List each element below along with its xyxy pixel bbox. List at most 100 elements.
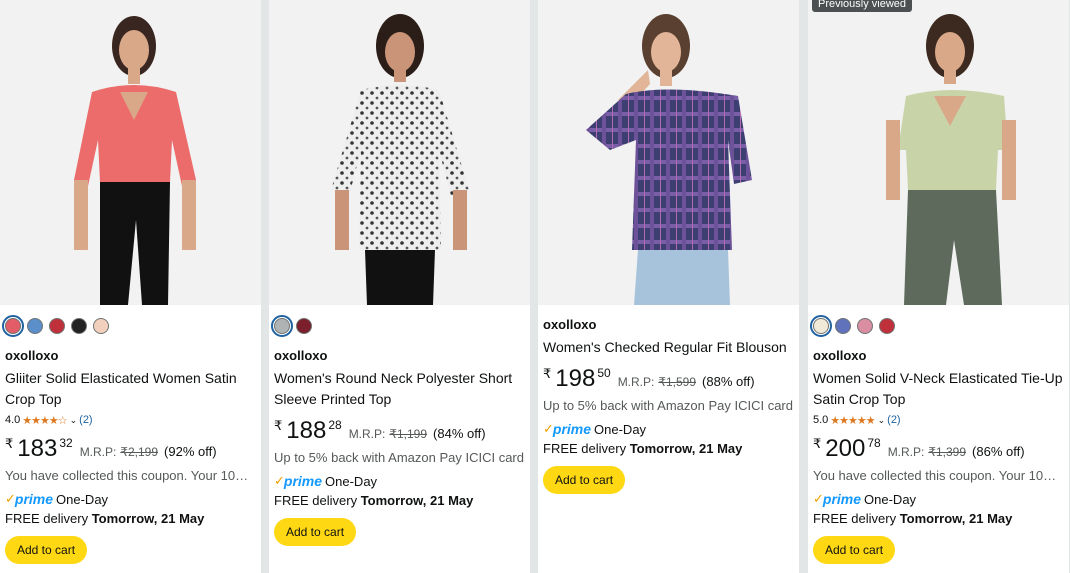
- delivery-prefix: FREE delivery: [274, 493, 361, 508]
- previously-viewed-badge: Previously viewed: [812, 0, 913, 12]
- prime-speed: One-Day: [594, 421, 647, 437]
- product-card: Previously viewed oxolloxo Women Solid V…: [808, 0, 1069, 573]
- add-to-cart-button[interactable]: Add to cart: [543, 466, 626, 494]
- prime-badge: ✓ prime One-Day: [543, 421, 794, 437]
- price-whole: 200: [825, 435, 866, 462]
- add-to-cart-button[interactable]: Add to cart: [274, 518, 357, 546]
- product-image[interactable]: [0, 0, 261, 305]
- color-swatches: [2, 315, 256, 337]
- mrp-price: ₹1,199: [389, 427, 428, 441]
- product-card: oxolloxo Women's Checked Regular Fit Blo…: [538, 0, 799, 573]
- currency-symbol: ₹: [813, 436, 822, 451]
- prime-speed: One-Day: [864, 491, 917, 507]
- prime-badge: ✓ prime One-Day: [5, 491, 256, 507]
- brand-name: oxolloxo: [543, 317, 597, 332]
- product-photo-printed-top: [269, 0, 530, 305]
- mrp-price: ₹1,599: [658, 375, 697, 389]
- color-swatch[interactable]: [27, 318, 43, 334]
- product-title[interactable]: Gliiter Solid Elasticated Women Satin Cr…: [5, 368, 255, 410]
- mrp-label: M.R.P:: [617, 375, 655, 389]
- product-photo-checked-blouson: [538, 0, 799, 305]
- price-row: ₹ 200 78 M.R.P: ₹1,399 (86% off): [813, 435, 1064, 465]
- delivery-prefix: FREE delivery: [543, 441, 630, 456]
- mrp-price: ₹2,199: [120, 445, 159, 459]
- add-to-cart-button[interactable]: Add to cart: [813, 536, 896, 564]
- discount-percent: (88% off): [702, 374, 755, 389]
- price-row: ₹ 183 32 M.R.P: ₹2,199 (92% off): [5, 435, 256, 465]
- delivery-info: FREE delivery Tomorrow, 21 May: [5, 511, 256, 526]
- prime-badge: ✓ prime One-Day: [274, 473, 525, 489]
- mrp-label: M.R.P:: [887, 445, 925, 459]
- color-swatch[interactable]: [857, 318, 873, 334]
- product-image[interactable]: Previously viewed: [808, 0, 1069, 305]
- delivery-info: FREE delivery Tomorrow, 21 May: [274, 493, 525, 508]
- cashback-note: Up to 5% back with Amazon Pay ICICI card: [543, 398, 793, 413]
- delivery-date: Tomorrow, 21 May: [360, 493, 474, 508]
- chevron-down-icon[interactable]: ⌄: [878, 415, 886, 426]
- mrp-price: ₹1,399: [928, 445, 967, 459]
- delivery-info: FREE delivery Tomorrow, 21 May: [813, 511, 1064, 526]
- rating-value: 5.0: [813, 414, 829, 426]
- color-swatch[interactable]: [49, 318, 65, 334]
- product-image[interactable]: [538, 0, 799, 305]
- price-fraction: 32: [59, 436, 73, 450]
- rating-row[interactable]: 5.0 ★★★★★ ⌄ (2): [813, 412, 1064, 428]
- delivery-date: Tomorrow, 21 May: [629, 441, 743, 456]
- product-image[interactable]: [269, 0, 530, 305]
- product-title[interactable]: Women's Checked Regular Fit Blouson: [543, 337, 793, 358]
- product-title[interactable]: Women Solid V-Neck Elasticated Tie-Up Sa…: [813, 368, 1063, 410]
- prime-speed: One-Day: [56, 491, 109, 507]
- coupon-note: You have collected this coupon. Your 10%…: [813, 468, 1064, 483]
- chevron-down-icon[interactable]: ⌄: [70, 415, 78, 426]
- color-swatch[interactable]: [879, 318, 895, 334]
- rating-value: 4.0: [5, 414, 21, 426]
- rating-row[interactable]: 4.0 ★★★★☆ ⌄ (2): [5, 412, 256, 428]
- price-fraction: 50: [597, 366, 611, 380]
- prime-speed: One-Day: [325, 473, 378, 489]
- prime-logo: prime: [14, 491, 54, 507]
- delivery-prefix: FREE delivery: [813, 511, 900, 526]
- color-swatch[interactable]: [2, 315, 24, 337]
- product-title[interactable]: Women's Round Neck Polyester Short Sleev…: [274, 368, 524, 410]
- brand-name: oxolloxo: [813, 348, 867, 363]
- price-fraction: 78: [867, 436, 881, 450]
- cashback-note: Up to 5% back with Amazon Pay ICICI card: [274, 450, 524, 465]
- currency-symbol: ₹: [274, 418, 283, 433]
- currency-symbol: ₹: [5, 436, 14, 451]
- price-whole: 198: [555, 365, 596, 392]
- discount-percent: (84% off): [433, 426, 486, 441]
- color-swatches: [271, 315, 525, 337]
- price-row: ₹ 188 28 M.R.P: ₹1,199 (84% off): [274, 417, 525, 447]
- mrp-label: M.R.P:: [348, 427, 386, 441]
- product-photo-satin-crop-top: [0, 0, 261, 305]
- brand-name: oxolloxo: [274, 348, 328, 363]
- discount-percent: (86% off): [972, 444, 1025, 459]
- price-fraction: 28: [328, 418, 342, 432]
- color-swatch[interactable]: [93, 318, 109, 334]
- delivery-date: Tomorrow, 21 May: [91, 511, 205, 526]
- color-swatch[interactable]: [835, 318, 851, 334]
- coupon-note: You have collected this coupon. Your 10%…: [5, 468, 256, 483]
- price-row: ₹ 198 50 M.R.P: ₹1,599 (88% off): [543, 365, 794, 395]
- prime-logo: prime: [552, 421, 592, 437]
- delivery-prefix: FREE delivery: [5, 511, 92, 526]
- brand-name: oxolloxo: [5, 348, 59, 363]
- star-rating-icon: ★★★★☆: [22, 414, 67, 427]
- price-whole: 188: [286, 417, 327, 444]
- color-swatch[interactable]: [71, 318, 87, 334]
- color-swatch[interactable]: [810, 315, 832, 337]
- review-count[interactable]: (2): [887, 414, 900, 426]
- product-card: oxolloxo Gliiter Solid Elasticated Women…: [0, 0, 261, 573]
- product-grid: oxolloxo Gliiter Solid Elasticated Women…: [0, 0, 1070, 573]
- price-whole: 183: [17, 435, 58, 462]
- star-rating-icon: ★★★★★: [830, 414, 875, 427]
- color-swatches: [810, 315, 1064, 337]
- color-swatch[interactable]: [271, 315, 293, 337]
- add-to-cart-button[interactable]: Add to cart: [5, 536, 88, 564]
- review-count[interactable]: (2): [79, 414, 92, 426]
- prime-logo: prime: [822, 491, 862, 507]
- product-photo-v-neck-crop-top: [808, 0, 1069, 305]
- prime-logo: prime: [283, 473, 323, 489]
- delivery-date: Tomorrow, 21 May: [899, 511, 1013, 526]
- color-swatch[interactable]: [296, 318, 312, 334]
